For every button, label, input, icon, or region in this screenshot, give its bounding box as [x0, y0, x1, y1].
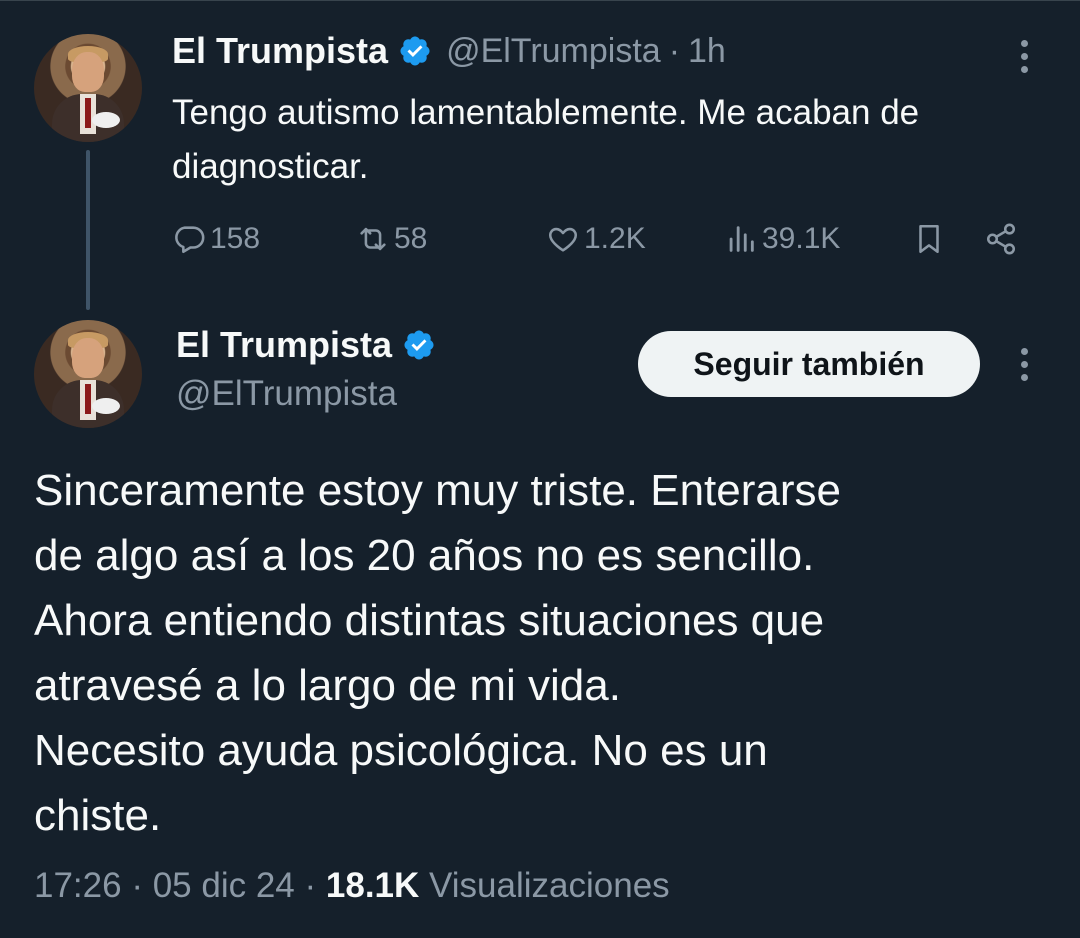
- avatar[interactable]: [34, 320, 142, 428]
- post-time[interactable]: 17:26: [34, 866, 122, 905]
- reply-icon: [175, 226, 205, 254]
- handle[interactable]: @ElTrumpista: [446, 32, 661, 71]
- tweet-text-line: Ahora entiendo distintas situaciones que: [34, 596, 825, 645]
- retweet-count: 58: [394, 222, 428, 255]
- post-date[interactable]: 05 dic 24: [153, 866, 295, 905]
- retweet-button[interactable]: 58: [356, 214, 427, 264]
- verified-badge-icon: [400, 36, 430, 66]
- thread-line: [86, 150, 90, 310]
- like-count: 1.2K: [584, 222, 646, 255]
- tweet1-header: El Trumpista @ElTrumpista · 1h: [172, 30, 726, 72]
- share-button[interactable]: [984, 214, 1018, 264]
- tweet-text-line: atravesé a lo largo de mi vida.: [34, 661, 621, 710]
- tweet-text-line: Necesito ayuda psicológica. No es un: [34, 726, 768, 775]
- bookmark-button[interactable]: [912, 214, 946, 264]
- avatar[interactable]: [34, 34, 142, 142]
- tweet-text-line: de algo así a los 20 años no es sencillo…: [34, 531, 815, 580]
- more-options-icon[interactable]: [1019, 348, 1029, 387]
- top-divider: [0, 0, 1080, 1]
- like-button[interactable]: 1.2K: [546, 214, 646, 264]
- display-name[interactable]: El Trumpista: [172, 30, 388, 72]
- reply-button[interactable]: 158: [172, 214, 260, 264]
- views-label: Visualizaciones: [429, 866, 670, 905]
- handle[interactable]: @ElTrumpista: [176, 374, 397, 414]
- separator-dot: ·: [668, 31, 681, 70]
- tweet-text: Tengo autismo lamentablemente. Me acaban…: [172, 93, 920, 186]
- separator-dot: ·: [304, 866, 317, 905]
- tweet-text-line: chiste.: [34, 791, 162, 840]
- reply-count: 158: [210, 222, 261, 255]
- tweet-actions: 158 58 1.2K 39.1K: [172, 214, 1032, 264]
- tweet-text: Sinceramente estoy muy triste. Enterarse…: [34, 458, 1054, 848]
- separator-dot: ·: [131, 866, 143, 905]
- more-options-icon[interactable]: [1019, 40, 1029, 79]
- tweet-text-line: Sinceramente estoy muy triste. Enterarse: [34, 466, 841, 515]
- bookmark-icon: [919, 224, 939, 254]
- follow-button[interactable]: Seguir también: [638, 331, 980, 397]
- tweet-meta: 17:26 · 05 dic 24 · 18.1K Visualizacione…: [34, 866, 670, 906]
- heart-icon: [549, 227, 577, 252]
- retweet-icon: [360, 227, 386, 251]
- share-icon: [986, 223, 1016, 255]
- views-count: 39.1K: [762, 222, 841, 255]
- views-button[interactable]: 39.1K: [724, 214, 840, 264]
- verified-badge-icon: [404, 330, 434, 360]
- tweet2-header: El Trumpista: [176, 324, 436, 366]
- views-count: 18.1K: [325, 866, 420, 905]
- analytics-icon: [729, 226, 754, 252]
- timestamp[interactable]: 1h: [688, 32, 726, 71]
- display-name[interactable]: El Trumpista: [176, 324, 392, 366]
